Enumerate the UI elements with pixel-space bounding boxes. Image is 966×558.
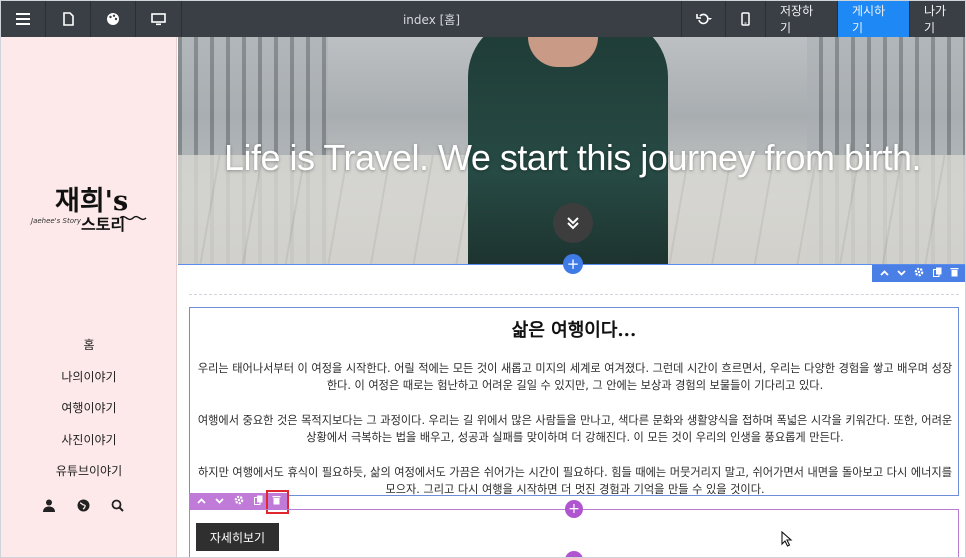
desktop-icon[interactable] (136, 1, 182, 37)
gear-icon[interactable] (914, 267, 924, 280)
nav-item-youtube-story[interactable]: 유튜브이야기 (1, 455, 177, 487)
section-toolbar (872, 265, 965, 282)
search-icon[interactable] (109, 497, 125, 513)
double-chevron-down-icon (567, 217, 579, 230)
globe-icon[interactable] (75, 497, 91, 513)
menu-icon[interactable] (1, 1, 46, 37)
publish-button[interactable]: 게시하기 (837, 1, 909, 37)
copy-icon[interactable] (932, 267, 942, 280)
toolbar-right: 저장하기 게시하기 나가기 (681, 1, 965, 37)
page-title: index [홈] (402, 12, 461, 27)
content-paragraph[interactable]: 여행에서 중요한 것은 목적지보다는 그 과정이다. 우리는 길 위에서 많은 … (194, 412, 956, 446)
sidebar-icons (41, 497, 125, 513)
content-paragraph[interactable]: 우리는 태어나서부터 이 여정을 시작한다. 어릴 적에는 모든 것이 새롭고 … (194, 360, 956, 394)
nav-item-travel-story[interactable]: 여행이야기 (1, 392, 177, 424)
scroll-down-button[interactable] (553, 203, 593, 243)
file-icon[interactable] (46, 1, 91, 37)
move-down-icon[interactable] (897, 268, 906, 279)
container-dashed-border (189, 294, 959, 295)
site-logo[interactable]: 재희's 스토리 Jaehee's Story (29, 177, 149, 239)
exit-button[interactable]: 나가기 (909, 1, 965, 37)
trash-icon[interactable] (950, 267, 959, 280)
nav-item-photo-story[interactable]: 사진이야기 (1, 424, 177, 456)
move-up-icon[interactable] (880, 268, 889, 279)
move-down-icon[interactable] (215, 496, 225, 507)
text-block[interactable]: 삶은 여행이다... 우리는 태어나서부터 이 여정을 시작한다. 어릴 적에는… (189, 307, 959, 496)
hero-section[interactable]: Life is Travel. We start this journey fr… (178, 37, 965, 265)
nav-item-my-story[interactable]: 나의이야기 (1, 361, 177, 393)
mobile-icon[interactable] (725, 1, 765, 37)
content-paragraph[interactable]: 하지만 여행에서도 휴식이 필요하듯, 삶의 여정에서도 가끔은 쉬어가는 시간… (194, 464, 956, 498)
save-button[interactable]: 저장하기 (765, 1, 837, 37)
move-up-icon[interactable] (197, 496, 206, 507)
gear-icon[interactable] (234, 495, 244, 508)
read-more-button[interactable]: 자세히보기 (196, 523, 279, 551)
nav-item-home[interactable]: 홈 (1, 329, 177, 361)
editor-window: index [홈] 저장하기 게시하기 나가기 재희's 스토리 Jaehee'… (0, 0, 966, 558)
logo-flourish-icon (119, 215, 147, 221)
site-sidebar: 재희's 스토리 Jaehee's Story 홈 나의이야기 여행이야기 사진… (1, 37, 177, 557)
user-icon[interactable] (41, 497, 57, 513)
top-toolbar: index [홈] 저장하기 게시하기 나가기 (1, 1, 965, 37)
mouse-cursor-icon (781, 530, 793, 551)
add-section-button[interactable]: + (563, 254, 583, 274)
sidebar-nav: 홈 나의이야기 여행이야기 사진이야기 유튜브이야기 (1, 329, 177, 487)
hero-title[interactable]: Life is Travel. We start this journey fr… (178, 137, 965, 179)
logo-script: Jaehee's Story (31, 217, 81, 225)
content-heading[interactable]: 삶은 여행이다... (190, 316, 958, 342)
undo-icon[interactable] (681, 1, 725, 37)
copy-icon[interactable] (253, 495, 263, 508)
palette-icon[interactable] (91, 1, 136, 37)
